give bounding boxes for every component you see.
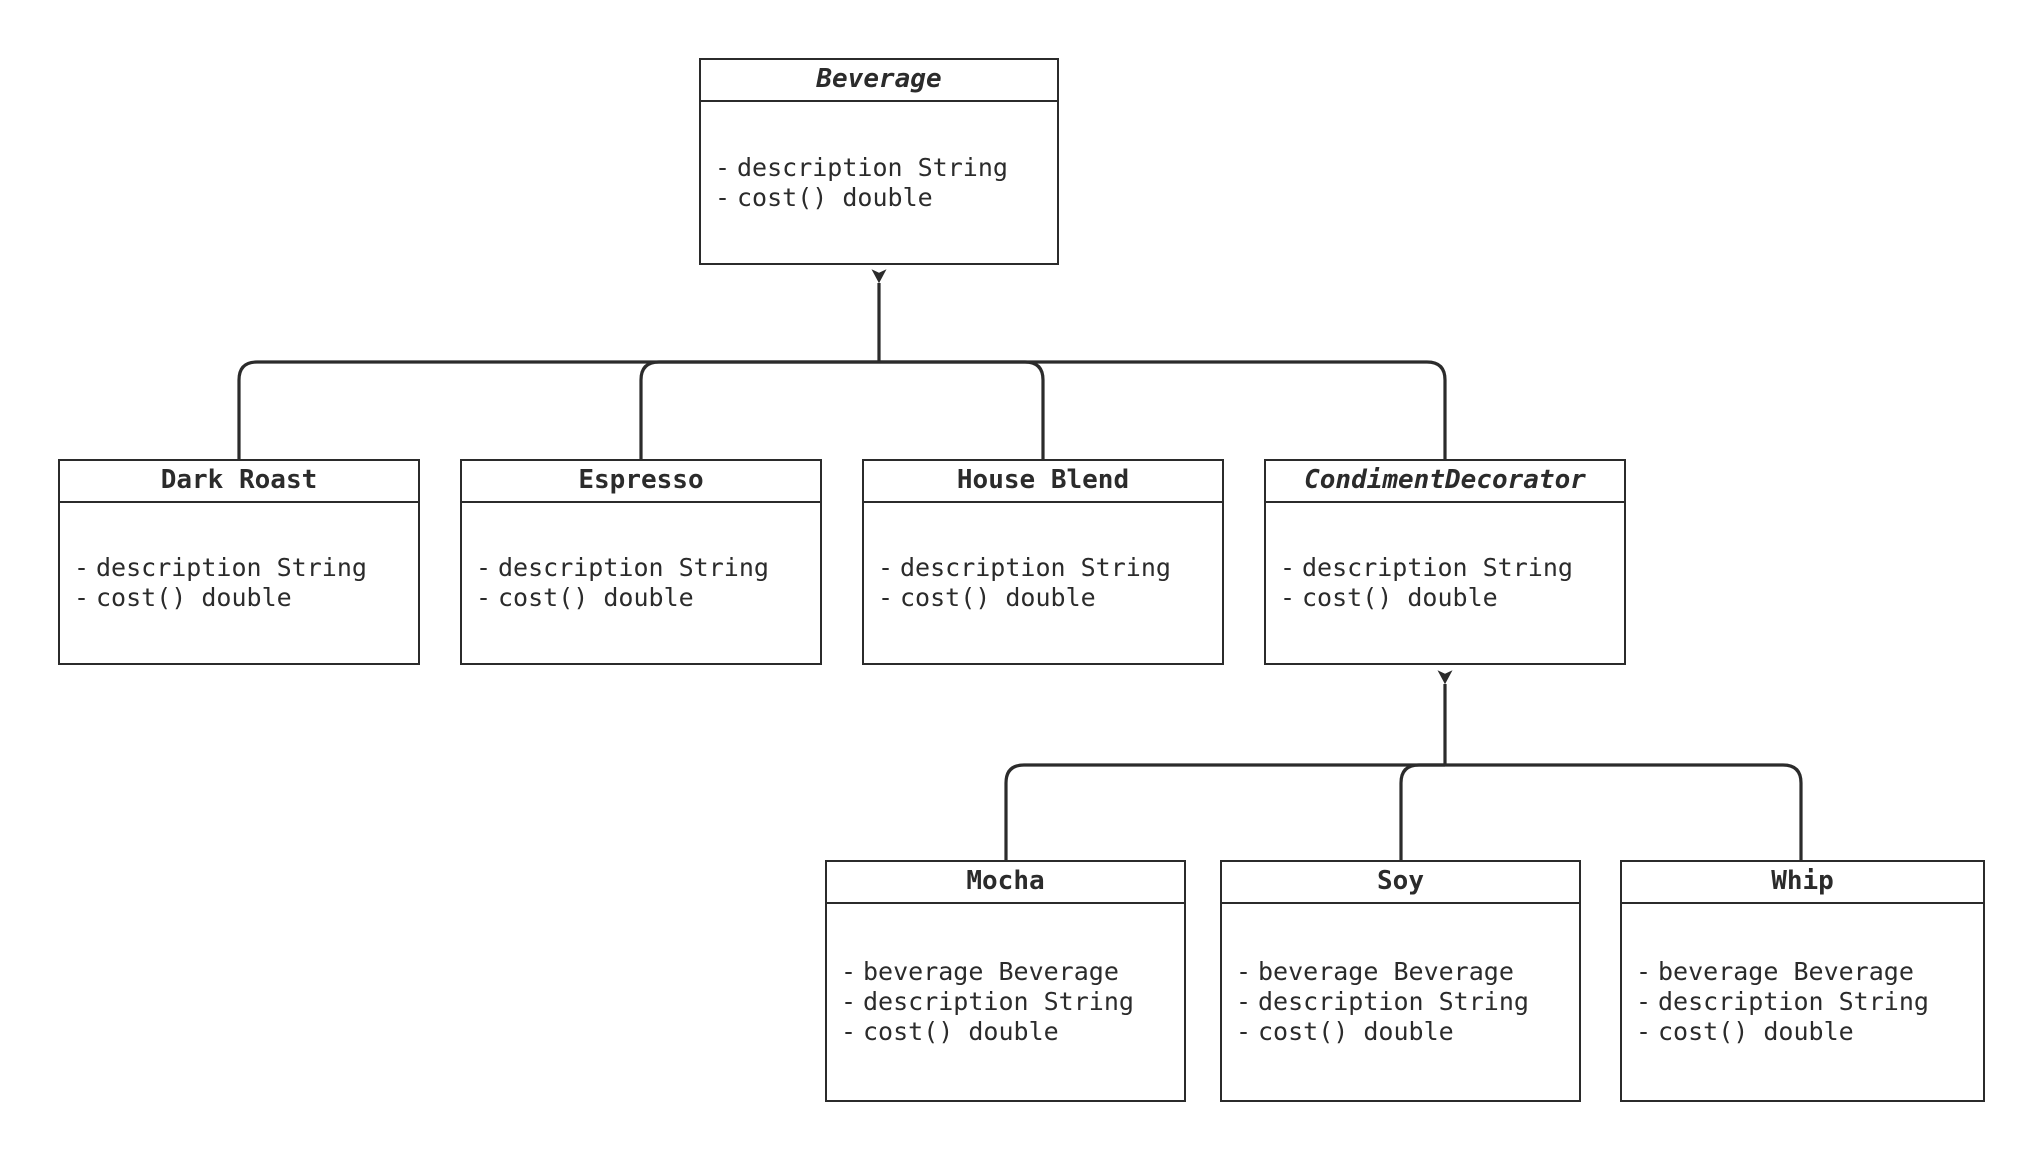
class-member: - cost() double <box>715 183 1051 213</box>
member-visibility: - <box>1636 1017 1652 1046</box>
member-visibility: - <box>74 583 90 612</box>
member-signature: description String <box>1258 987 1529 1016</box>
class-member: - beverage Beverage <box>1236 957 1573 987</box>
member-signature: description String <box>737 152 1008 182</box>
member-list-soy: - beverage Beverage - description String - co… <box>1236 957 1573 1047</box>
member-visibility: - <box>1236 1017 1252 1046</box>
member-list-espresso: - description String - cost() double <box>476 553 814 613</box>
member-signature: description String <box>1302 553 1573 582</box>
class-title-dark-roast: Dark Roast <box>60 461 418 503</box>
class-member: - description String <box>1236 987 1573 1017</box>
connector-house-blend-to-beverage <box>879 360 1045 459</box>
uml-class-dark-roast[interactable]: Dark Roast - description String - cost() do… <box>58 459 420 665</box>
uml-class-diagram: Beverage - description String - cost() doub… <box>0 0 2038 1169</box>
class-body-condiment-decorator: - description String - cost() double <box>1266 503 1624 663</box>
member-signature: cost() double <box>1302 583 1498 612</box>
class-member: - cost() double <box>476 583 814 613</box>
member-visibility: - <box>715 182 731 212</box>
member-signature: cost() double <box>1658 1017 1854 1046</box>
class-title-mocha: Mocha <box>827 862 1184 904</box>
member-visibility: - <box>1280 583 1296 612</box>
member-visibility: - <box>715 152 731 182</box>
uml-class-espresso[interactable]: Espresso - description String - cost() doub… <box>460 459 822 665</box>
uml-class-mocha[interactable]: Mocha - beverage Beverage - description Str… <box>825 860 1186 1102</box>
member-visibility: - <box>1636 987 1652 1016</box>
member-signature: cost() double <box>863 1017 1059 1046</box>
member-signature: description String <box>900 553 1171 582</box>
class-member: - cost() double <box>1280 583 1618 613</box>
member-signature: description String <box>1658 987 1929 1016</box>
connector-espresso-to-beverage <box>639 360 879 459</box>
member-list-dark-roast: - description String - cost() double <box>74 553 412 613</box>
member-signature: cost() double <box>737 182 933 212</box>
class-body-beverage: - description String - cost() double <box>701 102 1057 263</box>
class-member: - description String <box>715 153 1051 183</box>
class-member: - cost() double <box>878 583 1216 613</box>
member-list-house-blend: - description String - cost() double <box>878 553 1216 613</box>
member-signature: description String <box>96 553 367 582</box>
class-body-dark-roast: - description String - cost() double <box>60 503 418 663</box>
class-body-house-blend: - description String - cost() double <box>864 503 1222 663</box>
class-member: - description String <box>878 553 1216 583</box>
member-signature: cost() double <box>900 583 1096 612</box>
member-signature: beverage Beverage <box>863 957 1119 986</box>
member-visibility: - <box>841 957 857 986</box>
class-member: - beverage Beverage <box>841 957 1178 987</box>
class-member: - cost() double <box>1636 1017 1977 1047</box>
member-signature: beverage Beverage <box>1258 957 1514 986</box>
class-title-beverage: Beverage <box>701 60 1057 102</box>
uml-class-beverage[interactable]: Beverage - description String - cost() doub… <box>699 58 1059 265</box>
class-title-espresso: Espresso <box>462 461 820 503</box>
member-list-beverage: - description String - cost() double <box>715 153 1051 213</box>
member-list-whip: - beverage Beverage - description String - co… <box>1636 957 1977 1047</box>
connector-soy-to-condiment-decorator <box>1399 763 1445 860</box>
connector-mocha-to-condiment-decorator <box>1004 763 1445 860</box>
class-member: - cost() double <box>841 1017 1178 1047</box>
class-member: - beverage Beverage <box>1636 957 1977 987</box>
uml-class-condiment-decorator[interactable]: CondimentDecorator - description String - c… <box>1264 459 1626 665</box>
class-member: - description String <box>74 553 412 583</box>
member-signature: description String <box>498 553 769 582</box>
class-member: - description String <box>476 553 814 583</box>
member-signature: beverage Beverage <box>1658 957 1914 986</box>
class-body-whip: - beverage Beverage - description String - co… <box>1622 904 1983 1100</box>
uml-class-house-blend[interactable]: House Blend - description String - cost() d… <box>862 459 1224 665</box>
class-body-espresso: - description String - cost() double <box>462 503 820 663</box>
member-signature: cost() double <box>96 583 292 612</box>
member-list-condiment-decorator: - description String - cost() double <box>1280 553 1618 613</box>
member-visibility: - <box>1236 987 1252 1016</box>
member-visibility: - <box>74 553 90 582</box>
connector-dark-roast-to-beverage <box>237 360 879 459</box>
member-visibility: - <box>1280 553 1296 582</box>
class-title-house-blend: House Blend <box>864 461 1222 503</box>
class-member: - cost() double <box>74 583 412 613</box>
member-visibility: - <box>878 553 894 582</box>
member-signature: cost() double <box>1258 1017 1454 1046</box>
class-member: - description String <box>841 987 1178 1017</box>
class-member: - cost() double <box>1236 1017 1573 1047</box>
member-visibility: - <box>841 987 857 1016</box>
uml-class-soy[interactable]: Soy - beverage Beverage - description Strin… <box>1220 860 1581 1102</box>
member-signature: cost() double <box>498 583 694 612</box>
class-member: - description String <box>1636 987 1977 1017</box>
member-visibility: - <box>841 1017 857 1046</box>
class-member: - description String <box>1280 553 1618 583</box>
uml-class-whip[interactable]: Whip - beverage Beverage - description Stri… <box>1620 860 1985 1102</box>
class-body-soy: - beverage Beverage - description String - co… <box>1222 904 1579 1100</box>
class-title-condiment-decorator: CondimentDecorator <box>1266 461 1624 503</box>
class-title-whip: Whip <box>1622 862 1983 904</box>
member-list-mocha: - beverage Beverage - description String - co… <box>841 957 1178 1047</box>
class-body-mocha: - beverage Beverage - description String - co… <box>827 904 1184 1100</box>
member-visibility: - <box>1636 957 1652 986</box>
class-title-soy: Soy <box>1222 862 1579 904</box>
member-signature: description String <box>863 987 1134 1016</box>
member-visibility: - <box>1236 957 1252 986</box>
connector-whip-to-condiment-decorator <box>1445 763 1803 860</box>
connector-condiment-decorator-to-beverage <box>879 360 1447 459</box>
member-visibility: - <box>878 583 894 612</box>
member-visibility: - <box>476 553 492 582</box>
member-visibility: - <box>476 583 492 612</box>
